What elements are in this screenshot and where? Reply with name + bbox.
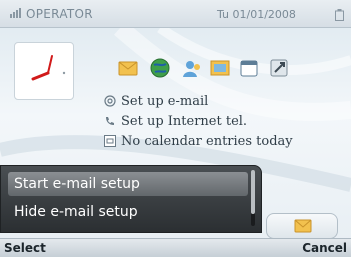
operator-name: OPERATOR [26, 7, 93, 21]
setup-internet-tel-label: Set up Internet tel. [121, 113, 248, 129]
signal-strength-icon [10, 8, 21, 18]
analog-clock[interactable] [14, 42, 74, 100]
envelope-icon[interactable] [117, 57, 139, 79]
globe-icon[interactable] [149, 57, 171, 79]
calendar-icon[interactable] [238, 57, 260, 79]
gallery-icon[interactable] [209, 57, 231, 79]
calendar-status-label: No calendar entries today [121, 133, 293, 149]
select-softkey[interactable]: Select [4, 241, 46, 255]
envelope-icon [294, 219, 312, 233]
email-quick-button[interactable] [266, 213, 338, 239]
softkey-bar: Select Cancel [0, 238, 351, 257]
clock-face-icon [31, 55, 66, 81]
at-sign-icon [104, 95, 116, 107]
tools-icon[interactable] [268, 57, 290, 79]
setup-internet-tel-shortcut[interactable]: Set up Internet tel. [104, 112, 247, 130]
menu-item-start-email-setup[interactable]: Start e-mail setup [8, 172, 248, 196]
calendar-small-icon [104, 135, 116, 147]
status-bar: OPERATOR Tu 01/01/2008 [0, 0, 351, 28]
battery-icon [335, 9, 344, 21]
menu-scroll-thumb[interactable] [251, 170, 255, 214]
calendar-entries-line[interactable]: No calendar entries today [104, 132, 293, 150]
menu-item-hide-email-setup[interactable]: Hide e-mail setup [8, 200, 248, 224]
date-display: Tu 01/01/2008 [217, 8, 296, 21]
setup-email-label: Set up e-mail [121, 93, 209, 109]
setup-email-shortcut[interactable]: Set up e-mail [104, 92, 208, 110]
contacts-icon[interactable] [181, 57, 203, 79]
internet-tel-icon [106, 117, 114, 125]
home-screen: OPERATOR Tu 01/01/2008 Set up e-mail Set… [0, 0, 351, 257]
cancel-softkey[interactable]: Cancel [302, 241, 347, 255]
options-menu: Start e-mail setup Hide e-mail setup [0, 165, 262, 233]
